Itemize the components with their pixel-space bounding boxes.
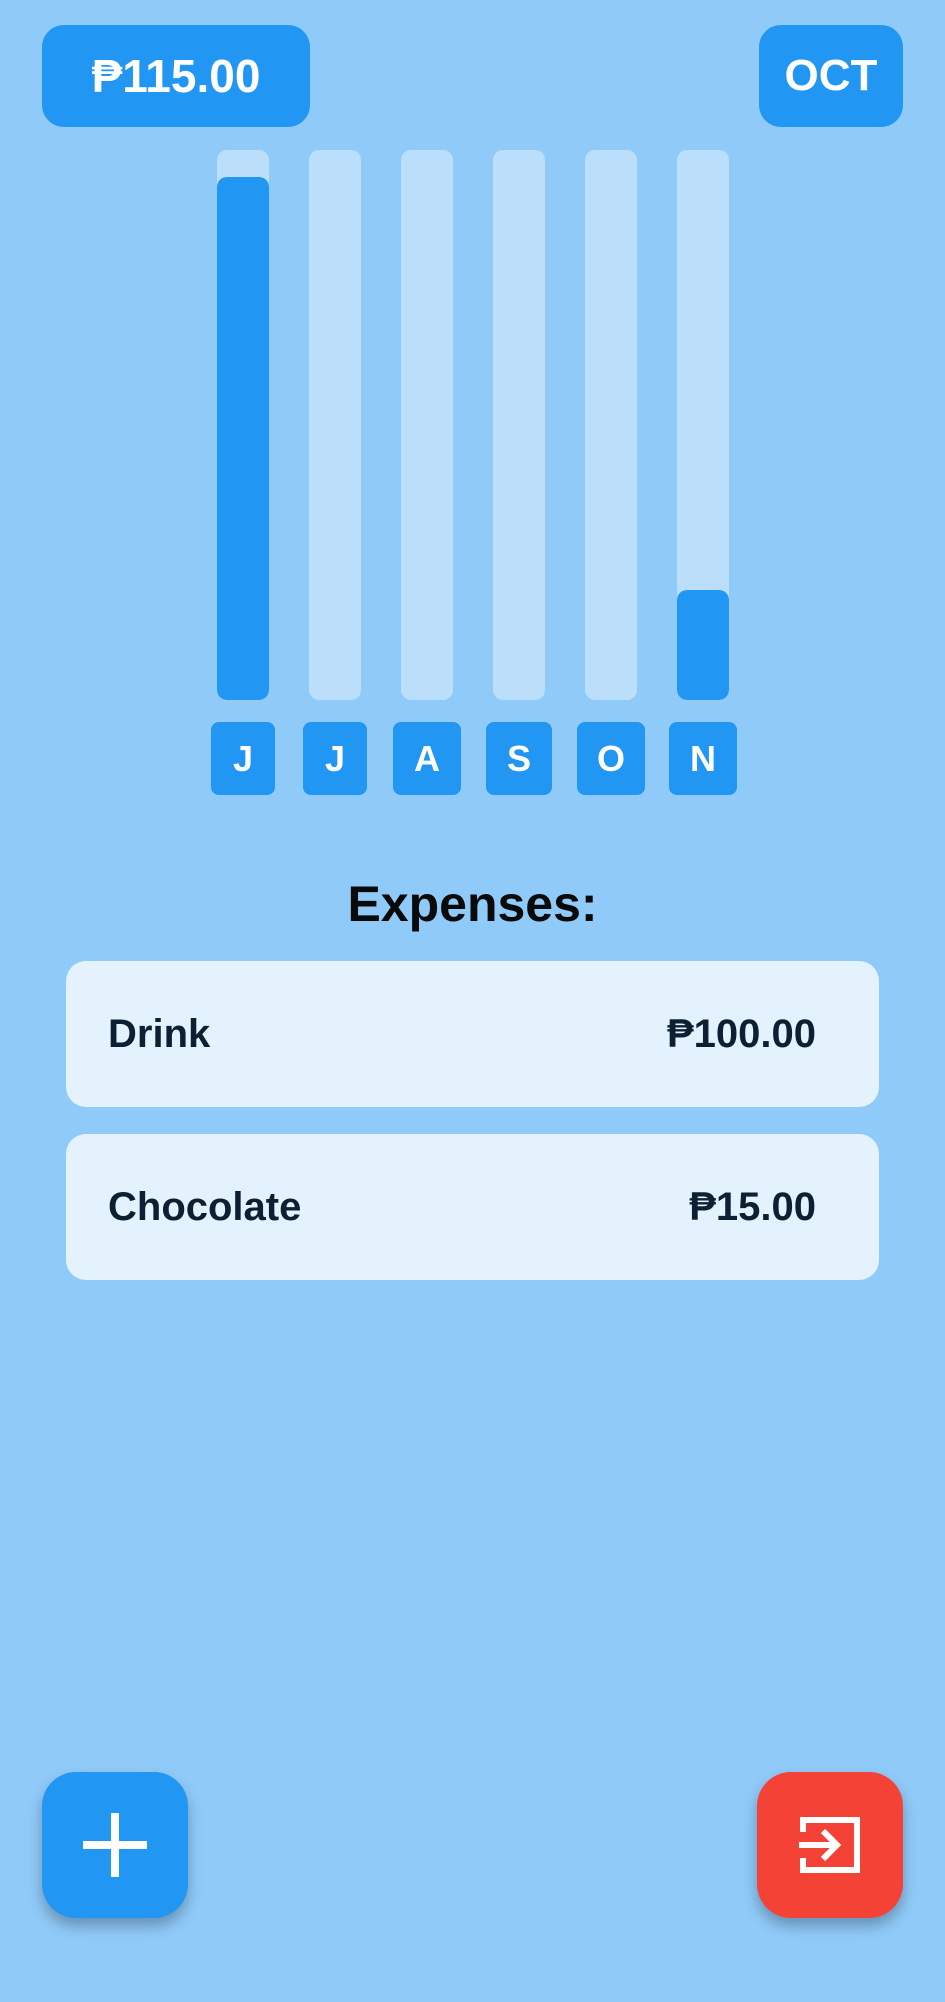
expense-item-chocolate[interactable]: Chocolate ₱15.00: [66, 1134, 879, 1280]
expenses-heading: Expenses:: [347, 876, 598, 932]
bar-track: [217, 150, 269, 700]
bar-track: [585, 150, 637, 700]
month-button[interactable]: J: [303, 722, 367, 795]
add-expense-button[interactable]: [42, 1772, 188, 1918]
logout-icon: [799, 1817, 860, 1873]
month-button[interactable]: O: [577, 722, 645, 795]
month-button[interactable]: N: [669, 722, 737, 795]
month-button[interactable]: J: [211, 722, 275, 795]
expense-amount: ₱100.00: [666, 1011, 816, 1056]
month-button[interactable]: A: [393, 722, 461, 795]
expense-name: Drink: [108, 1011, 211, 1056]
bar-track: [309, 150, 361, 700]
monthly-bar-chart: JJASON: [0, 0, 945, 800]
bar-track: [677, 150, 729, 700]
bar-fill: [217, 177, 269, 700]
bar-fill: [677, 590, 729, 700]
expense-item-drink[interactable]: Drink ₱100.00: [66, 961, 879, 1107]
bar-track: [493, 150, 545, 700]
expense-amount: ₱15.00: [689, 1184, 816, 1229]
expense-name: Chocolate: [108, 1184, 302, 1229]
logout-button[interactable]: [757, 1772, 903, 1918]
app-screen: ₱115.00 OCT JJASON Expenses: Drink ₱100.…: [0, 0, 945, 2002]
bar-track: [401, 150, 453, 700]
plus-icon: [83, 1813, 147, 1877]
month-button[interactable]: S: [486, 722, 552, 795]
